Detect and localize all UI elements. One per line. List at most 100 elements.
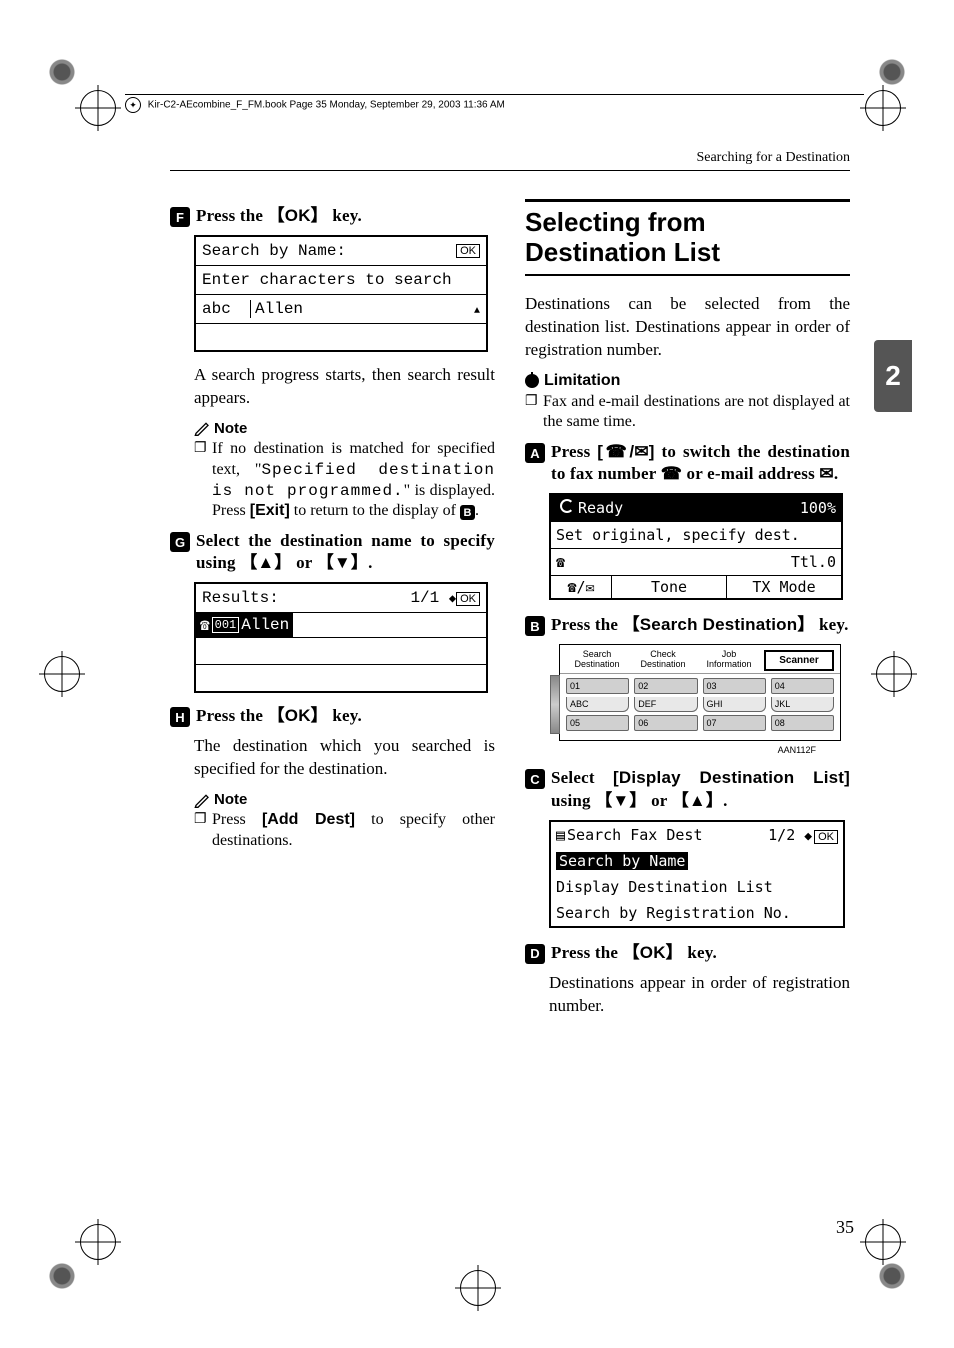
quick-key-def: DEF bbox=[634, 697, 697, 712]
step-ref-icon: B bbox=[460, 505, 475, 520]
lcd-ok-indicator-3: OK bbox=[814, 830, 838, 844]
phone-icon-inline-2: ☎ bbox=[661, 464, 682, 483]
lcd-ready-label: Ready bbox=[578, 499, 623, 517]
scroll-icon bbox=[804, 826, 814, 844]
reg-mark-mr bbox=[876, 656, 910, 690]
down-arrow-key: 【▼】 bbox=[317, 552, 368, 574]
dest-specified-text: The destination which you searched is sp… bbox=[194, 735, 495, 781]
section-heading: Selecting from Destination List bbox=[525, 199, 850, 268]
reg-mark-bl bbox=[80, 1224, 114, 1258]
crop-corner-tr bbox=[875, 55, 909, 89]
menu-item-search-regno: Search by Registration No. bbox=[556, 904, 791, 922]
reg-mark-bc bbox=[460, 1270, 494, 1304]
step-8: H Press the 【OK】 key. bbox=[170, 705, 495, 727]
chapter-tab: 2 bbox=[874, 340, 912, 412]
running-head: Searching for a Destination bbox=[170, 150, 850, 171]
dest-name: Allen bbox=[241, 616, 289, 634]
figure-id: AAN112F bbox=[525, 745, 816, 755]
quick-key-01: 01 bbox=[566, 678, 629, 694]
step-3-badge: C bbox=[525, 769, 545, 789]
lcd-results-title: Results: bbox=[202, 589, 279, 607]
lcd-entered-text: Allen bbox=[250, 300, 303, 318]
reg-mark-br bbox=[865, 1224, 899, 1258]
ready-icon bbox=[560, 499, 574, 517]
phone-icon-2 bbox=[556, 553, 565, 571]
limitation-heading: Limitation bbox=[525, 372, 850, 390]
lcd-results-count: 1/1 bbox=[410, 589, 439, 607]
step-3: C Select [Display Destination List] usin… bbox=[525, 767, 850, 811]
quick-key-07: 07 bbox=[703, 715, 766, 731]
lcd-results: Results: 1/1 ◆OK ☎001Allen bbox=[194, 582, 488, 693]
step-2-badge: B bbox=[525, 616, 545, 636]
step-8-badge: H bbox=[170, 707, 190, 727]
lcd-ok-indicator: OK bbox=[456, 244, 480, 258]
up-arrow-key-2: 【▲】 bbox=[672, 790, 723, 812]
step-6-text-b: key. bbox=[328, 206, 362, 225]
quick-key-abc: ABC bbox=[566, 697, 629, 712]
note-heading-1: Note bbox=[194, 420, 495, 437]
ok-key-label-2: OK bbox=[285, 706, 311, 725]
panel-tab-scanner: Scanner bbox=[764, 650, 834, 671]
lcd-menu-title: Search Fax Dest bbox=[567, 826, 702, 844]
lcd-search-by-name: Search by Name: OK Enter characters to s… bbox=[194, 235, 488, 352]
step-6-badge: F bbox=[170, 207, 190, 227]
note-heading-2: Note bbox=[194, 791, 495, 808]
book-header-text: Kir-C2-AEcombine_F_FM.book Page 35 Monda… bbox=[148, 100, 505, 111]
lcd-txmode: TX Mode bbox=[726, 576, 841, 598]
step-1-badge: A bbox=[525, 443, 545, 463]
reg-mark-tl bbox=[80, 90, 114, 124]
phone-icon: ☎ bbox=[200, 615, 210, 635]
heading-rule bbox=[525, 274, 850, 276]
ok-key-label-3: OK bbox=[640, 943, 666, 962]
menu-item-search-by-name: Search by Name bbox=[556, 852, 688, 870]
panel-tab-job: Job Information bbox=[698, 650, 760, 671]
down-arrow-key-2: 【▼】 bbox=[595, 790, 646, 812]
note-1: If no destination is matched for specifi… bbox=[194, 439, 495, 522]
limitation-1: Fax and e-mail destinations are not disp… bbox=[525, 392, 850, 434]
menu-item-display-list: Display Destination List bbox=[556, 878, 773, 896]
phone-icon-inline: ☎ bbox=[603, 442, 629, 461]
control-panel-illustration: Search Destination Check Destination Job… bbox=[559, 644, 841, 741]
step-7-badge: G bbox=[170, 532, 190, 552]
list-icon bbox=[556, 826, 567, 844]
mail-icon-inline-2: ✉ bbox=[819, 464, 833, 483]
phone-mail-toggle-icon: ☎/✉ bbox=[567, 578, 594, 596]
page-number: 35 bbox=[836, 1217, 854, 1238]
cursor-up-icon bbox=[474, 300, 480, 318]
crop-corner-br bbox=[875, 1259, 909, 1293]
up-arrow-key: 【▲】 bbox=[240, 552, 291, 574]
reg-mark-ml bbox=[44, 656, 78, 690]
mail-icon-inline: ✉ bbox=[634, 442, 648, 461]
lcd-ready: Ready 100% Set original, specify dest. T… bbox=[549, 493, 843, 600]
lcd-instruction: Set original, specify dest. bbox=[556, 526, 800, 544]
reg-mark-tr bbox=[865, 90, 899, 124]
quick-key-05: 05 bbox=[566, 715, 629, 731]
lcd-tone: Tone bbox=[611, 576, 726, 598]
panel-tab-search: Search Destination bbox=[566, 650, 628, 671]
lcd-menu-page: 1/2 bbox=[768, 826, 795, 844]
step-6: F Press the 【OK】 key. bbox=[170, 205, 495, 227]
note-2: Press [Add Dest] to specify other destin… bbox=[194, 810, 495, 852]
quick-key-04: 04 bbox=[771, 678, 834, 694]
lcd-ok-indicator-2: OK bbox=[456, 592, 480, 606]
quick-key-ghi: GHI bbox=[703, 697, 766, 712]
step-1: A Press [☎/✉] to switch the destination … bbox=[525, 441, 850, 485]
lcd-search-menu: Search Fax Dest 1/2 OK Search by Name Di… bbox=[549, 820, 845, 928]
step-4-badge: D bbox=[525, 944, 545, 964]
book-header: ✦ Kir-C2-AEcombine_F_FM.book Page 35 Mon… bbox=[125, 94, 864, 113]
lcd-mode: abc bbox=[202, 300, 231, 318]
step-7: G Select the destination name to specify… bbox=[170, 530, 495, 574]
panel-side bbox=[550, 675, 560, 734]
quick-key-03: 03 bbox=[703, 678, 766, 694]
lcd-percent: 100% bbox=[800, 499, 836, 517]
quick-key-02: 02 bbox=[634, 678, 697, 694]
display-dest-list-key: [Display Destination List] bbox=[613, 768, 850, 787]
quick-key-06: 06 bbox=[634, 715, 697, 731]
ok-key-label: OK bbox=[285, 206, 311, 225]
search-progress-text: A search progress starts, then search re… bbox=[194, 364, 495, 410]
quick-key-08: 08 bbox=[771, 715, 834, 731]
crop-corner-bl bbox=[45, 1259, 79, 1293]
panel-tab-check: Check Destination bbox=[632, 650, 694, 671]
step-2: B Press the 【Search Destination】 key. bbox=[525, 614, 850, 636]
lcd-total: Ttl.0 bbox=[791, 553, 836, 571]
